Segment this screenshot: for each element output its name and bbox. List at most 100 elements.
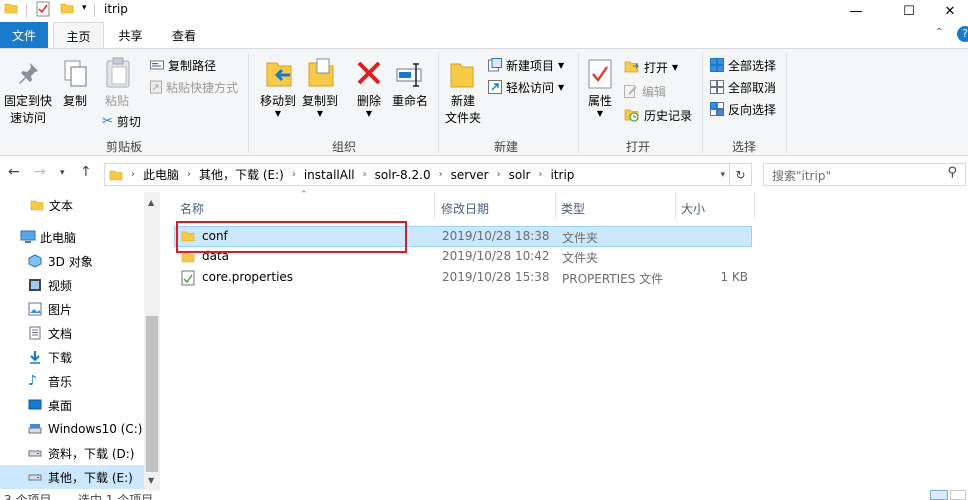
- chevron-right-icon[interactable]: ›: [292, 169, 296, 180]
- column-header-type[interactable]: 类型: [561, 197, 585, 219]
- cube-icon: [28, 254, 42, 268]
- address-bar-row: ← → ▾ ↑ › 此电脑 › 其他，下载 (E:) › installAll …: [0, 156, 968, 192]
- customize-toolbar-icon[interactable]: ▾: [82, 3, 87, 13]
- breadcrumb-itrip[interactable]: itrip: [550, 168, 574, 182]
- up-arrow-icon[interactable]: ↑: [80, 164, 92, 180]
- new-folder-label-line1: 新建: [450, 94, 475, 108]
- column-header-modified[interactable]: 修改日期: [441, 197, 489, 219]
- scissors-icon: ✂: [102, 113, 113, 129]
- address-bar[interactable]: › 此电脑 › 其他，下载 (E:) › installAll › solr-8…: [104, 163, 752, 186]
- nav-item-drive-c[interactable]: Windows10 (C:): [0, 417, 144, 441]
- chevron-right-icon[interactable]: ›: [538, 169, 542, 180]
- nav-item-documents[interactable]: 文档: [0, 321, 144, 345]
- tab-home[interactable]: 主页: [53, 22, 104, 49]
- copy-button[interactable]: 复制: [58, 93, 92, 110]
- select-all-button[interactable]: 全部选择: [710, 55, 776, 75]
- scroll-down-icon[interactable]: ▼: [148, 476, 154, 485]
- invert-selection-button[interactable]: 反向选择: [710, 99, 776, 119]
- search-icon[interactable]: ⚲: [947, 165, 957, 180]
- nav-item-text-folder[interactable]: 文本: [0, 193, 144, 217]
- nav-item-3d-objects[interactable]: 3D 对象: [0, 249, 144, 273]
- column-divider[interactable]: [754, 192, 755, 220]
- table-row[interactable]: core.properties 2019/10/28 15:38 PROPERT…: [174, 268, 752, 289]
- chevron-right-icon[interactable]: ›: [497, 169, 501, 180]
- nav-item-drive-d[interactable]: 资料，下载 (D:): [0, 441, 144, 465]
- file-type: 文件夹: [562, 231, 599, 245]
- refresh-icon[interactable]: ↻: [729, 164, 751, 185]
- column-divider[interactable]: [434, 192, 435, 220]
- scrollbar-thumb[interactable]: [146, 316, 158, 472]
- breadcrumb-solr-version[interactable]: solr-8.2.0: [375, 168, 431, 182]
- new-folder-icon[interactable]: [60, 1, 74, 15]
- nav-item-downloads[interactable]: 下载: [0, 345, 144, 369]
- open-button[interactable]: 打开 ▼: [624, 57, 678, 77]
- forward-arrow-icon[interactable]: →: [34, 164, 46, 180]
- column-header-name[interactable]: 名称: [180, 197, 204, 219]
- tab-view[interactable]: 查看: [160, 22, 208, 48]
- nav-scrollbar[interactable]: ▲ ▼: [144, 192, 160, 490]
- breadcrumb-solr[interactable]: solr: [509, 168, 531, 182]
- delete-label: 删除: [356, 94, 381, 108]
- file-name[interactable]: core.properties: [202, 270, 293, 284]
- nav-item-pictures[interactable]: 图片: [0, 297, 144, 321]
- edit-button[interactable]: 编辑: [624, 81, 666, 101]
- copy-to-button[interactable]: 复制到 ▼: [298, 93, 342, 118]
- new-item-button[interactable]: 新建项目 ▼: [488, 55, 564, 75]
- paste-shortcut-button[interactable]: 粘贴快捷方式: [150, 77, 238, 97]
- computer-icon: [20, 230, 36, 244]
- tab-share[interactable]: 共享: [108, 22, 153, 48]
- address-history-chevron-icon[interactable]: ▾: [720, 170, 725, 180]
- rename-button[interactable]: 重命名: [390, 93, 430, 110]
- breadcrumb-drive-e[interactable]: 其他，下载 (E:): [199, 166, 284, 183]
- properties-button[interactable]: 属性 ▼: [582, 93, 618, 118]
- cut-button[interactable]: ✂ 剪切: [102, 111, 141, 131]
- search-box[interactable]: 搜索"itrip" ⚲: [763, 163, 966, 186]
- help-icon[interactable]: ?: [957, 26, 968, 42]
- large-icons-view-icon[interactable]: [950, 490, 966, 500]
- chevron-right-icon[interactable]: ›: [363, 169, 367, 180]
- column-divider[interactable]: [675, 192, 676, 220]
- move-to-button[interactable]: 移动到 ▼: [256, 93, 300, 118]
- nav-item-this-pc[interactable]: 此电脑: [0, 225, 144, 249]
- chevron-right-icon[interactable]: ›: [187, 169, 191, 180]
- selected-count: 选中 1 个项目: [78, 493, 154, 500]
- pin-quick-access-button[interactable]: 固定到快 速访问: [2, 93, 54, 127]
- details-view-icon[interactable]: [930, 490, 948, 500]
- minimize-button[interactable]: —: [833, 0, 879, 22]
- column-header-size[interactable]: 大小: [681, 197, 705, 219]
- history-button[interactable]: 历史记录: [624, 105, 692, 125]
- rename-icon: [396, 61, 426, 87]
- easy-access-button[interactable]: 轻松访问 ▼: [488, 77, 564, 97]
- group-divider: [702, 53, 703, 153]
- nav-item-videos[interactable]: 视频: [0, 273, 144, 297]
- back-arrow-icon[interactable]: ←: [8, 164, 20, 180]
- breadcrumb-installall[interactable]: installAll: [304, 168, 355, 182]
- nav-item-music[interactable]: ♪ 音乐: [0, 369, 144, 393]
- group-divider: [578, 53, 579, 153]
- breadcrumb-this-pc[interactable]: 此电脑: [143, 166, 179, 183]
- select-none-button[interactable]: 全部取消: [710, 77, 776, 97]
- paste-button[interactable]: 粘贴: [100, 93, 134, 110]
- nav-item-drive-e[interactable]: 其他，下载 (E:): [0, 465, 144, 489]
- drive-icon: [28, 422, 42, 436]
- nav-item-label: 视频: [48, 278, 73, 293]
- nav-item-desktop[interactable]: 桌面: [0, 393, 144, 417]
- copy-path-button[interactable]: 复制路径: [150, 55, 216, 75]
- maximize-button[interactable]: ☐: [886, 0, 932, 22]
- delete-button[interactable]: 删除 ▼: [350, 93, 388, 118]
- search-input[interactable]: 搜索"itrip": [772, 167, 831, 184]
- column-divider[interactable]: [555, 192, 556, 220]
- collapse-ribbon-icon[interactable]: ⌃: [935, 27, 943, 38]
- folder-icon[interactable]: [4, 1, 18, 15]
- edit-icon: [624, 84, 638, 98]
- recent-locations-chevron-icon[interactable]: ▾: [60, 168, 65, 178]
- new-folder-button[interactable]: 新建 文件夹: [440, 93, 486, 127]
- close-button[interactable]: ✕: [932, 0, 968, 22]
- scroll-up-icon[interactable]: ▲: [148, 198, 154, 207]
- breadcrumb-server[interactable]: server: [451, 168, 489, 182]
- chevron-right-icon[interactable]: ›: [439, 169, 443, 180]
- tab-file[interactable]: 文件: [0, 22, 48, 48]
- divider: [26, 4, 27, 18]
- properties-check-icon[interactable]: [36, 1, 50, 17]
- easy-access-label: 轻松访问: [506, 80, 555, 95]
